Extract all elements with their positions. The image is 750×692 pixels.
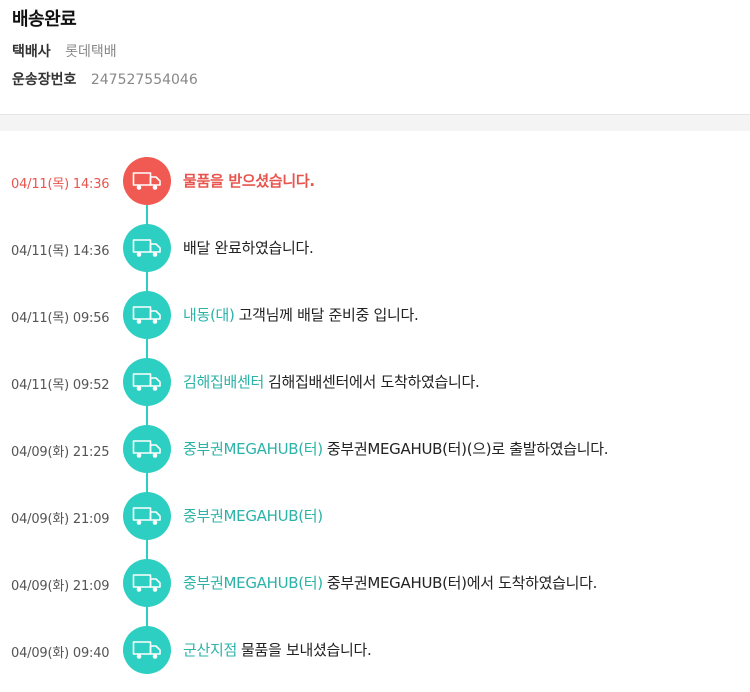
event-message: 군산지점 물품을 보내셨습니다. (183, 639, 372, 660)
truck-icon (123, 559, 171, 607)
event-time: 04/09(화) 09:40 (11, 646, 110, 661)
timeline-event: 04/09(화) 21:25 중부권MEGAHUB(터) 중부권MEGAHUB(터)… (0, 424, 750, 474)
event-status-text: 고객님께 배달 준비중 입니다. (238, 306, 419, 324)
event-status-text: 중부권MEGAHUB(터)(으)로 출발하였습니다. (326, 440, 609, 458)
timeline-event: 04/11(목) 09:52 김해집배센터 김해집배센터에서 도착하였습니다. (0, 357, 750, 407)
tracking-row: 운송장번호 247527554046 (12, 69, 198, 89)
timeline-event: 04/11(목) 09:56 내동(대) 고객님께 배달 준비중 입니다. (0, 290, 750, 340)
event-location: 내동(대) (183, 306, 235, 324)
event-time: 04/11(목) 14:36 (11, 177, 110, 192)
carrier-label: 택배사 (12, 44, 51, 60)
event-time: 04/11(목) 09:56 (11, 311, 110, 326)
truck-icon (123, 425, 171, 473)
delivery-status-title: 배송완료 (12, 9, 77, 30)
carrier-value: 롯데택배 (65, 44, 117, 60)
event-location: 중부권MEGAHUB(터) (183, 440, 323, 458)
timeline-event: 04/11(목) 14:36 배달 완료하였습니다. (0, 223, 750, 273)
timeline-event: 04/11(목) 14:36 물품을 받으셨습니다. (0, 156, 750, 206)
event-status-text: 배달 완료하였습니다. (183, 239, 314, 257)
tracking-timeline: 04/11(목) 14:36 물품을 받으셨습니다. 04/11(목) 14:36 배… (0, 131, 750, 692)
event-message: 내동(대) 고객님께 배달 준비중 입니다. (183, 304, 419, 325)
tracking-number: 247527554046 (90, 72, 198, 88)
event-message: 중부권MEGAHUB(터) 중부권MEGAHUB(터)(으)로 출발하였습니다. (183, 438, 609, 459)
section-divider (0, 114, 750, 131)
event-status-text: 물품을 보내셨습니다. (241, 641, 372, 659)
event-message: 중부권MEGAHUB(터) 중부권MEGAHUB(터)에서 도착하였습니다. (183, 572, 597, 593)
event-message: 배달 완료하였습니다. (183, 237, 314, 258)
event-location: 중부권MEGAHUB(터) (183, 574, 323, 592)
timeline-event: 04/09(화) 09:40 군산지점 물품을 보내셨습니다. (0, 625, 750, 675)
event-location: 중부권MEGAHUB(터) (183, 507, 323, 525)
truck-icon (123, 492, 171, 540)
truck-icon (123, 358, 171, 406)
delivery-header: 배송완료 택배사 롯데택배 운송장번호 247527554046 (0, 0, 750, 114)
event-message: 김해집배센터 김해집배센터에서 도착하였습니다. (183, 371, 480, 392)
event-location: 김해집배센터 (183, 373, 265, 391)
event-message: 중부권MEGAHUB(터) (183, 505, 327, 526)
event-status-text: 중부권MEGAHUB(터)에서 도착하였습니다. (326, 574, 598, 592)
truck-icon (123, 157, 171, 205)
event-status-text: 물품을 받으셨습니다. (183, 172, 315, 190)
event-message: 물품을 받으셨습니다. (183, 170, 315, 191)
event-time: 04/09(화) 21:09 (11, 579, 110, 594)
carrier-row: 택배사 롯데택배 (12, 41, 117, 61)
event-time: 04/11(목) 09:52 (11, 378, 110, 393)
event-status-text: 김해집배센터에서 도착하였습니다. (268, 373, 480, 391)
event-time: 04/11(목) 14:36 (11, 244, 110, 259)
event-time: 04/09(화) 21:09 (11, 512, 110, 527)
tracking-label: 운송장번호 (12, 72, 77, 88)
truck-icon (123, 224, 171, 272)
event-location: 군산지점 (183, 641, 238, 659)
truck-icon (123, 626, 171, 674)
timeline-event: 04/09(화) 21:09 중부권MEGAHUB(터) (0, 491, 750, 541)
truck-icon (123, 291, 171, 339)
event-time: 04/09(화) 21:25 (11, 445, 110, 460)
timeline-event: 04/09(화) 21:09 중부권MEGAHUB(터) 중부권MEGAHUB(터)… (0, 558, 750, 608)
